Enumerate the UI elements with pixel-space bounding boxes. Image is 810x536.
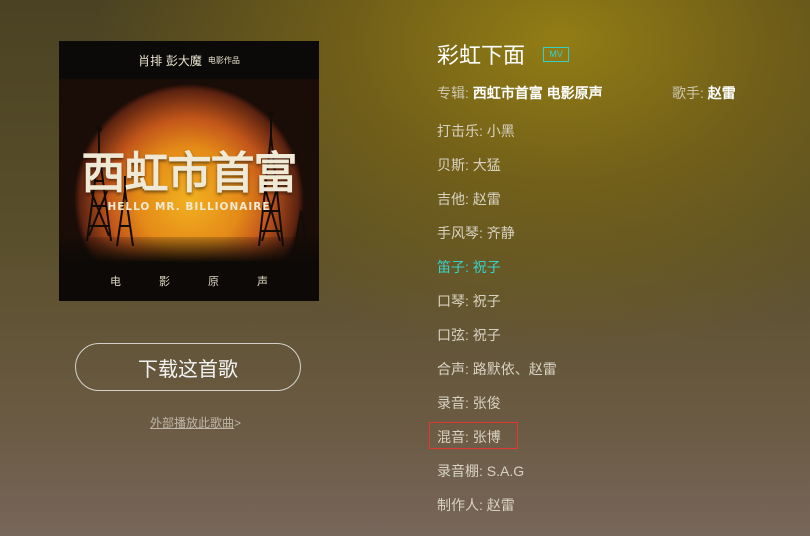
external-play-link[interactable]: 外部播放此歌曲>	[150, 414, 241, 431]
chevron-right-icon: >	[234, 416, 242, 430]
song-title: 彩虹下面	[437, 43, 526, 68]
cover-ground	[59, 237, 319, 301]
album-label: 专辑:	[437, 85, 469, 101]
singer-label: 歌手:	[672, 85, 704, 101]
cover-title-en: HELLO MR. BILLIONAIRE	[107, 201, 271, 213]
cover-title-cn: 西虹市首富	[81, 148, 298, 199]
mv-badge[interactable]: MV	[543, 47, 569, 62]
credit-guitar: 吉他: 赵雷	[437, 191, 501, 207]
album-info: 专辑: 西虹市首富 电影原声	[437, 83, 603, 103]
credit-jaw-harp: 口弦: 祝子	[437, 327, 501, 343]
singer-info: 歌手: 赵雷	[672, 83, 736, 103]
credit-harmonica: 口琴: 祝子	[437, 293, 501, 309]
credit-bass: 贝斯: 大猛	[437, 157, 501, 173]
album-link[interactable]: 西虹市首富 电影原声	[473, 85, 603, 101]
credit-studio: 录音棚: S.A.G	[437, 463, 525, 479]
credit-percussion: 打击乐: 小黑	[437, 123, 515, 139]
singer-link[interactable]: 赵雷	[708, 85, 736, 101]
credit-backing-vocals: 合声: 路默依、赵雷	[437, 361, 557, 377]
download-song-button[interactable]: 下载这首歌	[75, 343, 301, 391]
credit-flute: 笛子: 祝子	[437, 259, 501, 275]
credit-recording: 录音: 张俊	[437, 395, 501, 411]
cover-top-credits: 肖排 彭大魔 电影作品	[59, 41, 319, 79]
external-play-link-text[interactable]: 外部播放此歌曲	[150, 416, 234, 430]
credit-accordion: 手风琴: 齐静	[437, 225, 515, 241]
cover-work-label: 电影作品	[207, 55, 240, 65]
cover-caption: 电影原声	[110, 276, 306, 288]
mixing-highlight-box	[429, 422, 518, 449]
credit-producer: 制作人: 赵雷	[437, 497, 515, 513]
cover-director-names: 肖排 彭大魔	[138, 53, 202, 68]
album-cover: 肖排 彭大魔 电影作品 西虹市首富 HELLO MR. BILLIONAIRE …	[59, 41, 319, 301]
